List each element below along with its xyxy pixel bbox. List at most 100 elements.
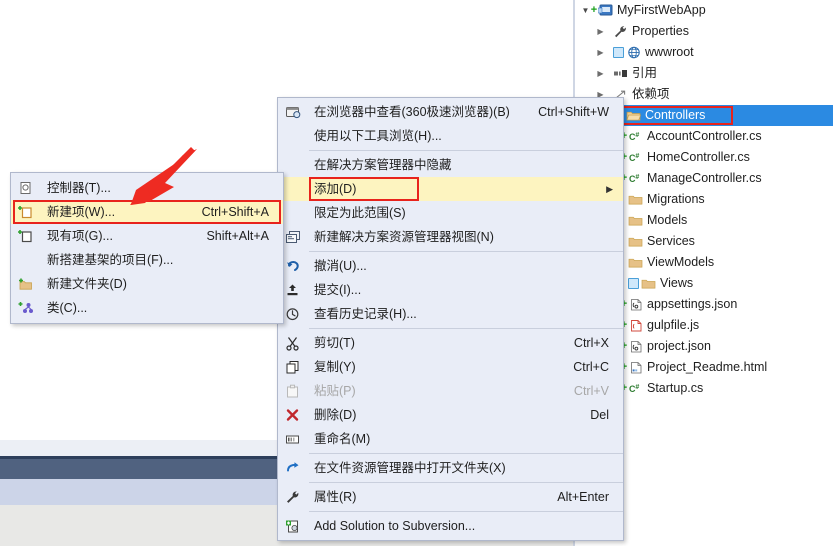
menu-separator <box>309 482 623 483</box>
csharp-icon: C # <box>628 172 643 185</box>
context-menu-item-label: 使用以下工具浏览(H)... <box>314 129 442 143</box>
tree-item[interactable]: ▶ 引用 <box>575 63 833 84</box>
context-menu-item-shortcut: Del <box>590 408 609 422</box>
browser-icon <box>278 100 308 124</box>
context-menu-item-shortcut: Ctrl+V <box>573 384 609 398</box>
tree-item-label: HomeController.cs <box>647 150 750 165</box>
csharp-icon: C # <box>628 130 643 143</box>
context-menu-item[interactable]: 在浏览器中查看(360极速浏览器)(B) Ctrl+Shift+W <box>278 100 623 124</box>
submenu-item[interactable]: 新建文件夹(D) <box>11 272 283 296</box>
json-icon <box>628 340 643 353</box>
add-menu-highlight-box <box>309 177 419 201</box>
expander-closed-icon[interactable]: ▶ <box>596 63 605 84</box>
context-menu-item[interactable]: 新建解决方案资源管理器视图(N) <box>278 225 623 249</box>
copy-icon <box>278 355 308 379</box>
context-menu-item[interactable]: 剪切(T) Ctrl+X <box>278 331 623 355</box>
submenu-item-label: 新搭建基架的项目(F)... <box>47 253 174 267</box>
tree-item[interactable]: ▶ Properties <box>575 21 833 42</box>
context-menu-item-label: 在文件资源管理器中打开文件夹(X) <box>314 461 506 475</box>
menu-item-no-icon <box>278 124 308 148</box>
submenu-item[interactable]: 类(C)... <box>11 296 283 320</box>
folder-icon <box>628 193 643 206</box>
context-menu-item-label: 删除(D) <box>314 408 357 422</box>
submenu-item[interactable]: 控制器(T)... <box>11 176 283 200</box>
context-menu-item-label: 在浏览器中查看(360极速浏览器)(B) <box>314 105 510 119</box>
html-icon <box>628 361 643 374</box>
context-menu-item-label: 撤消(U)... <box>314 259 367 273</box>
context-menu-item[interactable]: 删除(D) Del <box>278 403 623 427</box>
expander-open-icon[interactable]: ▼ <box>581 0 590 21</box>
tree-item-label: gulpfile.js <box>647 318 700 333</box>
context-menu-item-label: 提交(I)... <box>314 283 362 297</box>
context-menu-item-shortcut: Ctrl+C <box>573 360 609 374</box>
context-menu-item[interactable]: 属性(R) Alt+Enter <box>278 485 623 509</box>
tree-item-label: ViewModels <box>647 255 715 270</box>
properties-icon <box>278 485 308 509</box>
context-menu-item[interactable]: 提交(I)... <box>278 278 623 302</box>
context-menu-item: 粘贴(P) Ctrl+V <box>278 379 623 403</box>
svg-text:#: # <box>635 153 639 160</box>
tree-item-label: ManageController.cs <box>647 171 762 186</box>
tree-item-label: Models <box>647 213 688 228</box>
tree-item-label: wwwroot <box>645 45 694 60</box>
context-menu-item-label: 粘贴(P) <box>314 384 356 398</box>
lock-badge-icon <box>613 47 624 59</box>
svg-text:#: # <box>635 132 639 139</box>
submenu-item[interactable]: 新搭建基架的项目(F)... <box>11 248 283 272</box>
expander-closed-icon[interactable]: ▶ <box>596 42 605 63</box>
context-menu-item[interactable]: 重命名(M) <box>278 427 623 451</box>
expander-closed-icon[interactable]: ▶ <box>596 21 605 42</box>
context-menu-item[interactable]: Add Solution to Subversion... <box>278 514 623 538</box>
svg-text:#: # <box>635 174 639 181</box>
tree-item[interactable]: ▶ wwwroot <box>575 42 833 63</box>
new-item-highlight-box <box>13 200 281 224</box>
wrench-icon <box>613 25 628 38</box>
rename-icon <box>278 427 308 451</box>
folder-icon <box>628 256 643 269</box>
context-menu-item[interactable]: 限定为此范围(S) <box>278 201 623 225</box>
tree-item-label: project.json <box>647 339 711 354</box>
open-folder-icon <box>278 456 308 480</box>
context-menu-item[interactable]: 使用以下工具浏览(H)... <box>278 124 623 148</box>
folder-icon <box>641 277 656 290</box>
subversion-icon <box>278 514 308 538</box>
paste-icon <box>278 379 308 403</box>
submenu-item[interactable]: 新建项(W)... Ctrl+Shift+A <box>11 200 283 224</box>
tree-item-label: appsettings.json <box>647 297 738 312</box>
svg-text:#: # <box>635 384 639 391</box>
context-menu-item[interactable]: 添加(D) ▶ <box>278 177 623 201</box>
tree-item[interactable]: ▼+ MyFirstWebApp <box>575 0 833 21</box>
context-menu-item[interactable]: 查看历史记录(H)... <box>278 302 623 326</box>
context-menu-item-label: 重命名(M) <box>314 432 371 446</box>
cut-icon <box>278 331 308 355</box>
add-submenu[interactable]: 控制器(T)... 新建项(W)... Ctrl+Shift+A 现有项(G)... S… <box>10 172 284 324</box>
references-icon <box>613 67 628 80</box>
context-menu-item-label: 复制(Y) <box>314 360 356 374</box>
menu-separator <box>309 150 623 151</box>
tree-item-label: Services <box>647 234 695 249</box>
globe-icon <box>626 46 641 59</box>
submenu-item[interactable]: 现有项(G)... Shift+Alt+A <box>11 224 283 248</box>
tree-item-label: 依赖项 <box>632 87 670 102</box>
gulp-icon <box>628 319 643 332</box>
json-icon <box>628 298 643 311</box>
context-menu-item[interactable]: 复制(Y) Ctrl+C <box>278 355 623 379</box>
tree-item-label: Properties <box>632 24 689 39</box>
csharp-icon: C # <box>628 151 643 164</box>
context-menu-item[interactable]: 在解决方案管理器中隐藏 <box>278 153 623 177</box>
submenu-item-shortcut: Shift+Alt+A <box>206 229 269 243</box>
context-menu-item-shortcut: Ctrl+X <box>573 336 609 350</box>
tree-item-label: Startup.cs <box>647 381 704 396</box>
context-menu-item-label: 新建解决方案资源管理器视图(N) <box>314 230 494 244</box>
submenu-chevron-icon: ▶ <box>606 184 613 194</box>
submenu-item-label: 新建文件夹(D) <box>47 277 127 291</box>
folder-icon <box>628 235 643 248</box>
context-menu-item-label: 在解决方案管理器中隐藏 <box>314 158 452 172</box>
context-menu-item[interactable]: 撤消(U)... <box>278 254 623 278</box>
submenu-item-label: 类(C)... <box>47 301 88 315</box>
solution-explorer-context-menu[interactable]: 在浏览器中查看(360极速浏览器)(B) Ctrl+Shift+W 使用以下工具浏览… <box>277 97 624 541</box>
submenu-items: 控制器(T)... 新建项(W)... Ctrl+Shift+A 现有项(G)... S… <box>11 176 283 320</box>
context-menu-item[interactable]: 在文件资源管理器中打开文件夹(X) <box>278 456 623 480</box>
lock-badge-icon <box>628 278 639 290</box>
controller-icon <box>11 176 41 200</box>
